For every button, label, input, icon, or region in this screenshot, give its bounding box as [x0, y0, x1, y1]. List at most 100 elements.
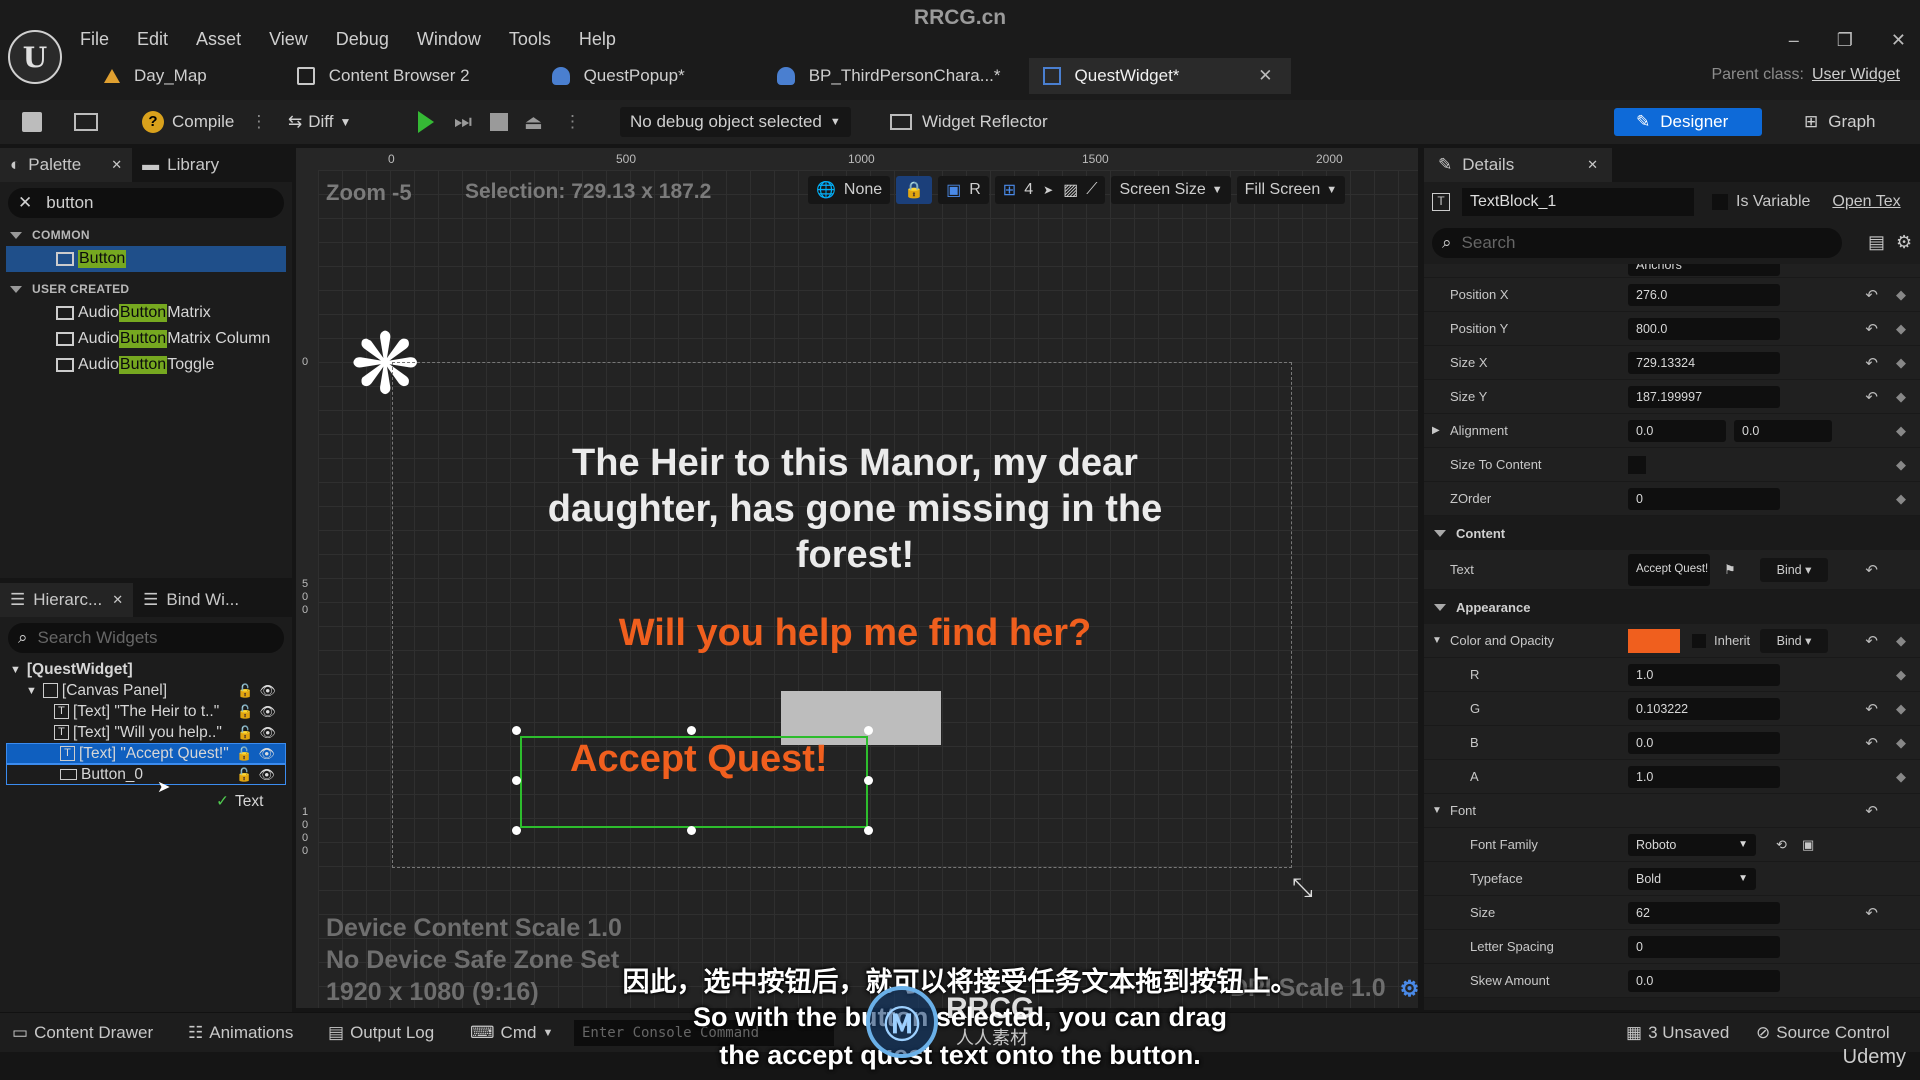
widget-name-input[interactable]: TextBlock_1 [1462, 188, 1694, 216]
size-to-content-checkbox[interactable] [1628, 455, 1646, 474]
resize-handle[interactable] [512, 826, 521, 835]
lock-visibility-icons[interactable]: 🔓👁 [237, 683, 282, 699]
save-icon[interactable] [22, 108, 42, 136]
palette-item-audio-button-matrix-column[interactable]: Audio Button Matrix Column [0, 326, 292, 352]
grid-snap-toggle[interactable]: ⊞ 4 ➤ ▨ ⟋ [994, 176, 1106, 204]
heir-text-block[interactable]: The Heir to this Manor, my dear daughter… [540, 440, 1170, 578]
size-x-input[interactable]: 729.13324 [1628, 351, 1780, 374]
tab-content-browser[interactable]: Content Browser 2 [283, 58, 488, 94]
parent-class-link[interactable]: User Widget [1812, 66, 1900, 84]
reset-icon[interactable]: ↶ [1865, 286, 1878, 304]
letter-spacing-input[interactable]: 0 [1628, 935, 1780, 958]
expand-arrow-icon[interactable]: ▼ [1432, 805, 1442, 816]
close-tab-icon[interactable]: ✕ [112, 592, 123, 608]
keyframe-icon[interactable]: ◆ [1896, 423, 1906, 439]
lock-visibility-icons[interactable]: 🔓👁 [236, 767, 281, 783]
compile-button[interactable]: ? Compile ⋮ [142, 108, 267, 136]
resize-handle[interactable] [864, 826, 873, 835]
menu-asset[interactable]: Asset [196, 29, 241, 50]
color-bind-dropdown[interactable]: Bind ▾ [1760, 628, 1828, 653]
inherit-checkbox[interactable] [1692, 633, 1706, 648]
color-g-input[interactable]: 0.103222 [1628, 697, 1780, 720]
category-common[interactable]: COMMON [0, 224, 292, 246]
reset-icon[interactable]: ↶ [1865, 320, 1878, 338]
eject-button[interactable]: ⏏ [524, 108, 543, 136]
menu-file[interactable]: File [80, 29, 109, 50]
debug-object-dropdown[interactable]: No debug object selected ▼ [620, 107, 851, 137]
reset-icon[interactable]: ↶ [1865, 632, 1878, 650]
unreal-logo-icon[interactable]: U [8, 30, 62, 84]
section-content[interactable]: Content [1424, 516, 1920, 550]
resize-handle[interactable] [512, 776, 521, 785]
lock-visibility-icons[interactable]: 🔓👁 [237, 704, 282, 720]
tab-third-person-character[interactable]: BP_ThirdPersonChara...* [763, 58, 1019, 94]
palette-item-audio-button-matrix[interactable]: Audio Button Matrix [0, 300, 292, 326]
tab-palette[interactable]: ◐ Palette ✕ [0, 148, 133, 182]
hierarchy-item-text-heir[interactable]: T [Text] "The Heir to t.." 🔓👁 [0, 701, 292, 722]
menu-edit[interactable]: Edit [137, 29, 168, 50]
reset-icon[interactable]: ↶ [1865, 354, 1878, 372]
stop-button[interactable] [490, 108, 508, 136]
color-a-input[interactable]: 1.0 [1628, 765, 1780, 788]
fill-screen-dropdown[interactable]: Fill Screen ▼ [1236, 176, 1346, 204]
palette-item-audio-button-toggle[interactable]: Audio Button Toggle [0, 352, 292, 378]
tab-details[interactable]: ✎ Details ✕ [1424, 148, 1612, 182]
more-play-options-icon[interactable]: ⋮ [564, 108, 581, 136]
expand-arrow-icon[interactable]: ▼ [10, 664, 21, 676]
tab-hierarchy[interactable]: ☰ Hierarc... ✕ [0, 583, 134, 617]
menu-debug[interactable]: Debug [336, 29, 389, 50]
position-x-input[interactable]: 276.0 [1628, 283, 1780, 306]
keyframe-icon[interactable]: ◆ [1896, 701, 1906, 717]
more-options-icon[interactable]: ⋮ [250, 112, 267, 132]
keyframe-icon[interactable]: ◆ [1896, 667, 1906, 683]
resize-handle[interactable] [864, 776, 873, 785]
resize-handle[interactable] [512, 726, 521, 735]
accept-quest-text-block[interactable]: Accept Quest! [570, 738, 828, 781]
open-text-link[interactable]: Open Tex [1832, 193, 1900, 211]
close-tab-icon[interactable]: ✕ [111, 157, 122, 173]
font-family-dropdown[interactable]: Roboto ▼ [1628, 833, 1756, 856]
expand-arrow-icon[interactable]: ▼ [26, 685, 37, 697]
close-window-icon[interactable]: ✕ [1891, 30, 1906, 51]
color-swatch[interactable] [1628, 628, 1680, 653]
reset-icon[interactable]: ↶ [1865, 904, 1878, 922]
close-tab-icon[interactable]: ✕ [1587, 157, 1598, 173]
lock-visibility-icons[interactable]: 🔓👁 [237, 725, 282, 741]
anchors-value[interactable]: Anchors [1628, 264, 1780, 276]
expand-arrow-icon[interactable]: ▶ [1432, 425, 1440, 436]
alignment-y-input[interactable]: 0.0 [1734, 419, 1832, 442]
minimize-icon[interactable]: – [1789, 30, 1799, 51]
position-y-input[interactable]: 800.0 [1628, 317, 1780, 340]
hierarchy-item-canvas-panel[interactable]: ▼ [Canvas Panel] 🔓👁 [0, 680, 292, 701]
resize-handle[interactable] [687, 826, 696, 835]
font-size-input[interactable]: 62 [1628, 901, 1780, 924]
keyframe-icon[interactable]: ◆ [1896, 355, 1906, 371]
diff-button[interactable]: ⇆ Diff ▼ [288, 108, 351, 136]
text-value-input[interactable]: Accept Quest! [1628, 553, 1710, 586]
table-view-icon[interactable]: ▤ [1868, 232, 1885, 253]
hierarchy-search-input[interactable]: ⌕ Search Widgets [8, 623, 284, 653]
size-y-input[interactable]: 187.199997 [1628, 385, 1780, 408]
reset-icon[interactable]: ↶ [1865, 561, 1878, 579]
text-bind-dropdown[interactable]: Bind ▾ [1760, 557, 1828, 582]
browse-font-icon[interactable]: ⟲ [1776, 837, 1787, 853]
color-r-input[interactable]: 1.0 [1628, 663, 1780, 686]
tab-quest-widget[interactable]: QuestWidget* ✕ [1028, 58, 1291, 94]
category-user-created[interactable]: USER CREATED [0, 278, 292, 300]
restore-icon[interactable]: ❐ [1837, 30, 1853, 51]
graph-button[interactable]: ⊞ Graph [1804, 108, 1876, 136]
screen-size-dropdown[interactable]: Screen Size ▼ [1111, 176, 1231, 204]
section-appearance[interactable]: Appearance [1424, 590, 1920, 624]
menu-help[interactable]: Help [579, 29, 616, 50]
respect-locks-toggle[interactable]: ▣ R [938, 176, 989, 204]
color-b-input[interactable]: 0.0 [1628, 731, 1780, 754]
lock-toggle[interactable]: 🔒 [896, 176, 933, 204]
palette-item-button[interactable]: Button [6, 246, 286, 272]
clear-search-icon[interactable]: ✕ [18, 193, 32, 213]
close-tab-icon[interactable]: ✕ [1258, 66, 1272, 86]
is-variable-checkbox[interactable] [1712, 194, 1728, 210]
expand-arrow-icon[interactable]: ▼ [1432, 635, 1442, 646]
keyframe-icon[interactable]: ◆ [1896, 457, 1906, 473]
lock-visibility-icons[interactable]: 🔓👁 [236, 746, 281, 762]
menu-window[interactable]: Window [417, 29, 481, 50]
